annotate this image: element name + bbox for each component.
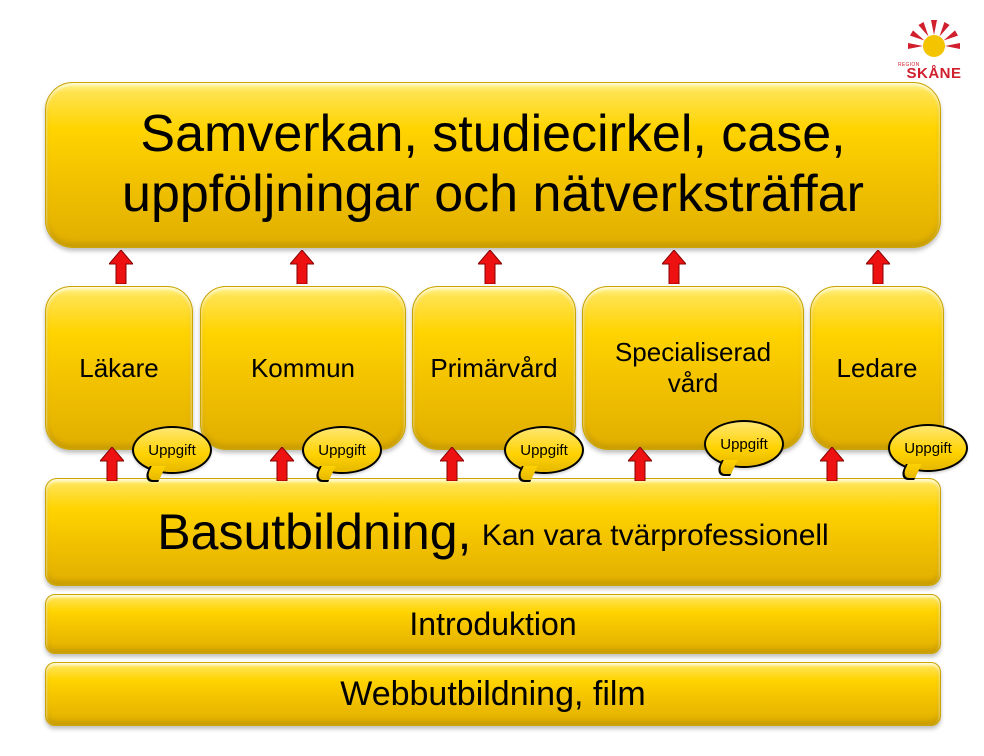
top-text: Samverkan, studiecirkel, case, uppföljni… xyxy=(56,105,930,225)
role-label: Ledare xyxy=(837,353,918,384)
role-label: Läkare xyxy=(79,353,159,384)
arrow-up-icon xyxy=(270,447,294,481)
uppgift-bubble: Uppgift xyxy=(704,420,784,468)
uppgift-bubble: Uppgift xyxy=(504,426,584,474)
base-big: Basutbildning, xyxy=(157,504,471,560)
webb-text: Webbutbildning, film xyxy=(340,675,646,714)
arrow-up-icon xyxy=(290,250,314,284)
top-samverkan-box: Samverkan, studiecirkel, case, uppföljni… xyxy=(45,82,941,248)
role-label: Kommun xyxy=(251,353,355,384)
bubble-label: Uppgift xyxy=(520,442,568,459)
arrow-up-icon xyxy=(440,447,464,481)
role-label: Primärvård xyxy=(430,353,557,384)
base-small: Kan vara tvärprofessionell xyxy=(482,519,829,552)
uppgift-bubble: Uppgift xyxy=(302,426,382,474)
arrow-up-icon xyxy=(109,250,133,284)
arrow-up-icon xyxy=(478,250,502,284)
basutbildning-box: Basutbildning, Kan vara tvärprofessionel… xyxy=(45,478,941,586)
arrow-up-icon xyxy=(628,447,652,481)
introduktion-box: Introduktion xyxy=(45,594,941,654)
logo-caption: SKÅNE xyxy=(894,65,974,82)
role-box-kommun: Kommun xyxy=(200,286,406,450)
bubble-label: Uppgift xyxy=(148,442,196,459)
intro-text: Introduktion xyxy=(409,606,576,643)
arrow-up-icon xyxy=(820,447,844,481)
arrow-up-icon xyxy=(662,250,686,284)
role-label: Specialiserad vård xyxy=(593,337,793,399)
webbutbildning-box: Webbutbildning, film xyxy=(45,662,941,726)
region-skane-logo: REGION SKÅNE xyxy=(894,10,974,82)
role-box-primarvard: Primärvård xyxy=(412,286,576,450)
bubble-label: Uppgift xyxy=(318,442,366,459)
arrow-up-icon xyxy=(100,447,124,481)
uppgift-bubble: Uppgift xyxy=(132,426,212,474)
uppgift-bubble: Uppgift xyxy=(888,424,968,472)
bubble-label: Uppgift xyxy=(720,436,768,453)
bubble-label: Uppgift xyxy=(904,440,952,457)
arrow-up-icon xyxy=(866,250,890,284)
